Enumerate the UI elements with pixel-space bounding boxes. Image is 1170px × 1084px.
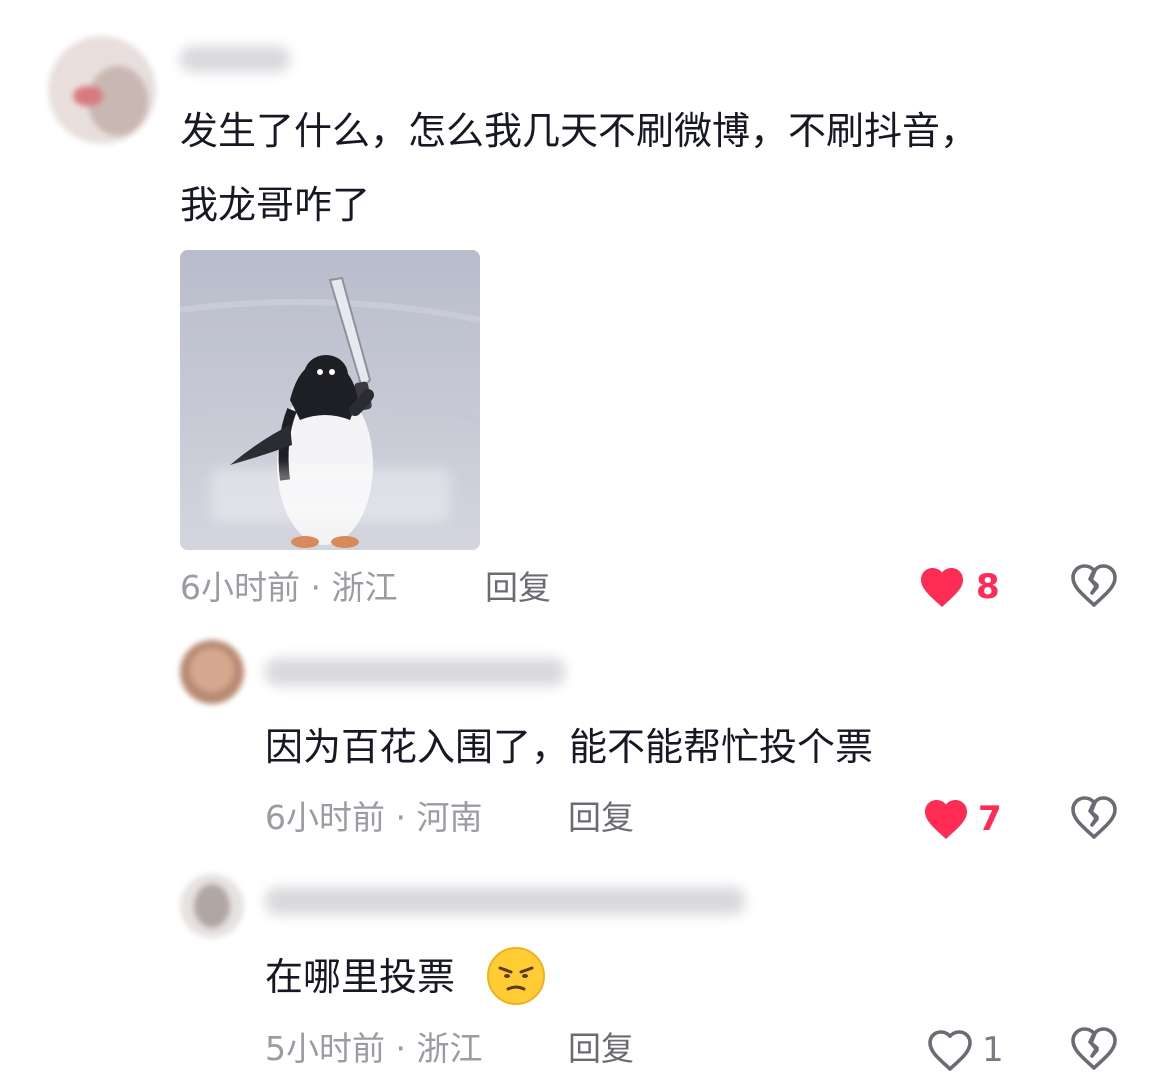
reply-button[interactable]: 回复 xyxy=(568,1031,634,1067)
dislike-button[interactable] xyxy=(1070,1026,1118,1074)
broken-heart-icon xyxy=(1071,796,1117,839)
comment-text: 在哪里投票 xyxy=(265,955,456,999)
username[interactable] xyxy=(180,46,290,72)
broken-heart-icon xyxy=(1071,1027,1117,1070)
comment-meta: 6小时前 · 浙江 xyxy=(180,568,398,607)
heart-filled-icon xyxy=(925,800,967,839)
username[interactable] xyxy=(265,658,565,686)
penguin-with-knife-icon xyxy=(180,250,480,550)
reply-button[interactable]: 回复 xyxy=(568,800,634,836)
avatar[interactable] xyxy=(180,874,244,938)
comment-text: 因为百花入围了，能不能帮忙投个票 xyxy=(265,725,874,769)
like-count: 7 xyxy=(978,799,1002,839)
heart-outline-icon xyxy=(928,1030,972,1071)
broken-heart-icon xyxy=(1071,564,1117,607)
like-count: 1 xyxy=(982,1030,1004,1070)
avatar[interactable] xyxy=(180,640,244,704)
dislike-button[interactable] xyxy=(1070,795,1118,843)
smirk-emoji-icon xyxy=(486,946,546,1006)
dislike-button[interactable] xyxy=(1070,563,1118,611)
comment-text: 发生了什么，怎么我几天不刷微博，不刷抖音， xyxy=(180,109,979,153)
heart-filled-icon xyxy=(921,568,963,607)
comment-image[interactable] xyxy=(180,250,480,550)
avatar[interactable] xyxy=(48,36,156,144)
like-count: 8 xyxy=(976,567,1000,607)
reply-button[interactable]: 回复 xyxy=(485,570,551,606)
like-button[interactable]: 8 xyxy=(918,563,1008,611)
comment-text: 我龙哥咋了 xyxy=(180,183,371,227)
like-button[interactable]: 7 xyxy=(922,795,1012,843)
comment-meta: 5小时前 · 浙江 xyxy=(265,1029,483,1068)
username[interactable] xyxy=(265,887,745,915)
comment-meta: 6小时前 · 河南 xyxy=(265,798,483,837)
like-button[interactable]: 1 xyxy=(926,1026,1016,1074)
